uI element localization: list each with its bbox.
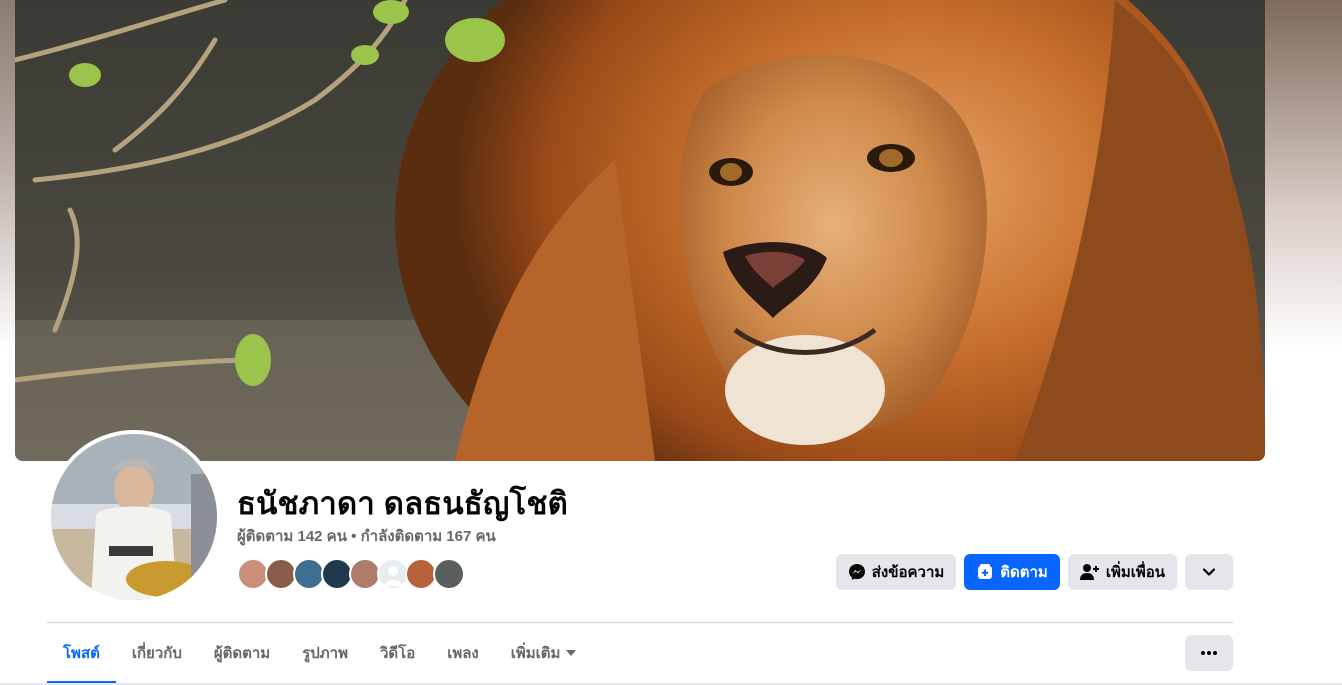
tab-label: โพสต์ — [63, 645, 100, 662]
tab-label: วิดีโอ — [379, 645, 416, 662]
friend-avatars — [237, 558, 465, 590]
profile-stats: ผู้ติดตาม 142 คน • กำลังติดตาม 167 คน — [237, 527, 496, 547]
tab-label: ผู้ติดตาม — [213, 645, 271, 662]
profile-tabs: โพสต์ เกี่ยวกับ ผู้ติดตาม รูปภาพ วิดีโอ … — [47, 623, 593, 684]
follow-icon — [978, 564, 993, 579]
more-options-button[interactable] — [1185, 635, 1233, 671]
tab-music[interactable]: เพลง — [431, 623, 495, 683]
message-button-label: ส่งข้อความ — [871, 564, 945, 581]
tab-posts[interactable]: โพสต์ — [47, 623, 116, 684]
ellipsis-icon — [1201, 651, 1217, 655]
cover-lion-image — [15, 0, 1265, 461]
tab-label: เกี่ยวกับ — [131, 645, 182, 662]
profile-dropdown-button[interactable] — [1185, 554, 1233, 590]
tab-videos[interactable]: วิดีโอ — [364, 623, 431, 683]
tab-label: เพลง — [447, 645, 479, 662]
tab-more[interactable]: เพิ่มเติม — [495, 623, 593, 683]
follow-button-label: ติดตาม — [1000, 564, 1048, 581]
tab-label: รูปภาพ — [302, 645, 348, 662]
add-friend-button[interactable]: เพิ่มเพื่อน — [1067, 554, 1177, 590]
stats-separator: • — [346, 528, 361, 545]
message-button[interactable]: ส่งข้อความ — [835, 554, 957, 590]
messenger-icon — [848, 564, 865, 580]
add-friend-icon — [1079, 564, 1099, 580]
followers-link[interactable]: ผู้ติดตาม 142 คน — [237, 528, 347, 545]
profile-name: ธนัชภาดา ดลธนธัญโชติ — [237, 486, 568, 521]
follow-button[interactable]: ติดตาม — [964, 554, 1060, 590]
page-backdrop-right — [1262, 0, 1342, 350]
tab-photos[interactable]: รูปภาพ — [286, 623, 364, 683]
following-link[interactable]: กำลังติดตาม 167 คน — [361, 528, 496, 545]
friend-avatar[interactable] — [433, 558, 465, 590]
tab-about[interactable]: เกี่ยวกับ — [116, 623, 198, 683]
cover-photo[interactable] — [15, 0, 1265, 461]
profile-picture[interactable] — [51, 434, 217, 600]
add-friend-button-label: เพิ่มเพื่อน — [1105, 564, 1165, 581]
profile-actions: ส่งข้อความ ติดตาม เพิ่มเพื่อน — [835, 554, 1233, 590]
tab-followers[interactable]: ผู้ติดตาม — [198, 623, 286, 683]
caret-down-icon — [566, 650, 577, 656]
chevron-down-icon — [1202, 568, 1216, 576]
tab-label: เพิ่มเติม — [510, 645, 561, 662]
profile-picture-frame[interactable] — [47, 430, 221, 604]
